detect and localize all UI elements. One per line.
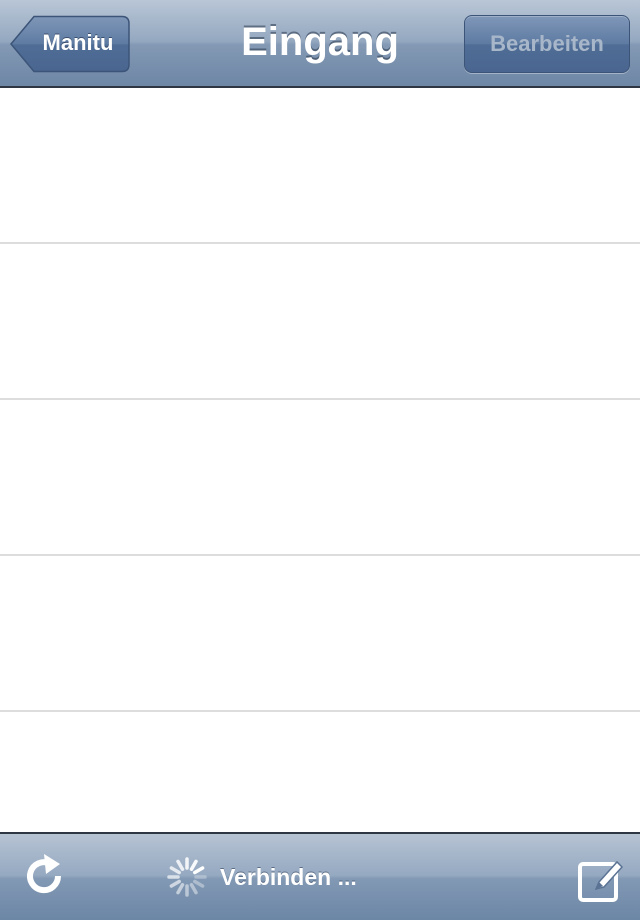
compose-icon[interactable] [576,856,626,906]
navigation-bar: Manitu Eingang Bearbeiten [0,0,640,88]
list-item[interactable] [0,400,640,556]
spinner-spoke [169,866,181,875]
status-text: Verbinden ... [220,864,357,890]
message-list[interactable] [0,88,640,868]
spinner-spoke [176,859,185,871]
back-button-label: Manitu [42,30,114,55]
spinner-spoke [169,879,181,888]
spinner-spoke [189,883,198,895]
edit-button-label: Bearbeiten [490,31,604,56]
list-item[interactable] [0,88,640,244]
page-title: Eingang [241,20,399,64]
spinner-spoke [193,879,205,888]
list-item[interactable] [0,556,640,712]
spinner-spoke [176,883,185,895]
list-item[interactable] [0,244,640,400]
spinner-spoke [193,866,205,875]
refresh-icon[interactable] [20,852,68,900]
bottom-toolbar: Verbinden ... [0,832,640,920]
edit-button[interactable]: Bearbeiten [464,15,630,73]
back-button[interactable]: Manitu [10,15,130,73]
spinner-spoke [189,859,198,871]
activity-spinner-icon [166,856,208,898]
